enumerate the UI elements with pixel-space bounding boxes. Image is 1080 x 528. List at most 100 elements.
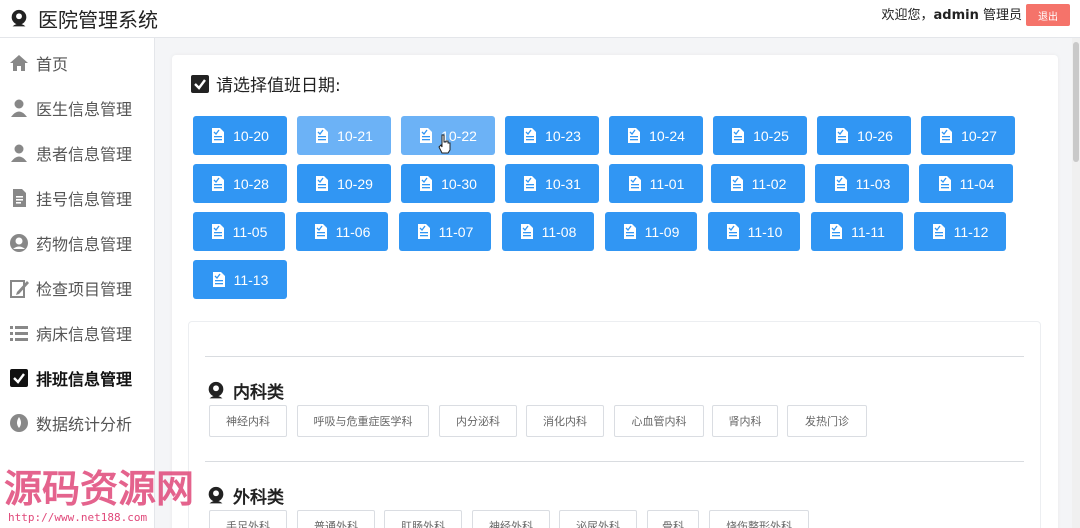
document-icon [932, 224, 945, 239]
department-tag[interactable]: 骨科 [647, 510, 699, 528]
department-tag[interactable]: 肾内科 [712, 405, 778, 437]
top-bar: 医院管理系统 欢迎您，admin 管理员 退出 [0, 0, 1080, 38]
document-icon [212, 272, 225, 287]
date-button[interactable]: 10-20 [193, 116, 287, 155]
date-label: 11-04 [959, 175, 995, 192]
document-icon [524, 128, 537, 143]
date-prompt: 请选择值班日期: [190, 71, 341, 96]
department-tag[interactable]: 神经外科 [472, 510, 550, 528]
date-label: 11-02 [751, 175, 787, 192]
department-tag[interactable]: 肛肠外科 [384, 510, 462, 528]
hand-cursor-icon [438, 134, 451, 154]
date-button[interactable]: 11-10 [708, 212, 800, 251]
document-icon [520, 224, 533, 239]
date-label: 11-06 [335, 223, 371, 240]
document-icon [830, 224, 843, 239]
prompt-label: 请选择值班日期: [216, 76, 341, 96]
date-label: 11-12 [953, 223, 989, 240]
department-tag[interactable]: 烧伤整形外科 [709, 510, 809, 528]
date-label: 11-05 [232, 223, 268, 240]
document-icon [938, 176, 951, 191]
category-title-label: 外科类 [233, 488, 284, 508]
face-icon [8, 232, 30, 254]
date-button[interactable]: 11-01 [609, 164, 703, 203]
list-icon [8, 322, 30, 344]
date-button[interactable]: 11-08 [502, 212, 594, 251]
date-button[interactable]: 10-21 [297, 116, 391, 155]
document-icon [628, 176, 641, 191]
edit-icon [8, 277, 30, 299]
sidebar-item[interactable]: 首页 [0, 40, 155, 85]
sidebar-item[interactable]: 排班信息管理 [0, 355, 155, 400]
document-icon [732, 128, 745, 143]
date-button[interactable]: 11-13 [193, 260, 287, 299]
welcome-text: 欢迎您，admin 管理员 [881, 8, 1022, 23]
document-icon [316, 128, 329, 143]
home-icon [8, 52, 30, 74]
date-button[interactable]: 11-02 [711, 164, 805, 203]
sidebar-item[interactable]: 医生信息管理 [0, 85, 155, 130]
document-icon [212, 128, 225, 143]
user-icon [8, 142, 30, 164]
date-label: 10-27 [961, 127, 997, 144]
date-label: 10-29 [337, 175, 373, 192]
date-button[interactable]: 11-11 [811, 212, 903, 251]
date-label: 10-31 [545, 175, 581, 192]
scrollbar-thumb[interactable] [1073, 42, 1079, 162]
sidebar-item-label: 挂号信息管理 [36, 189, 133, 209]
date-button[interactable]: 10-28 [193, 164, 287, 203]
date-button[interactable]: 10-31 [505, 164, 599, 203]
date-button[interactable]: 10-29 [297, 164, 391, 203]
date-button[interactable]: 11-12 [914, 212, 1006, 251]
doctor-icon [208, 486, 224, 503]
department-tag[interactable]: 心血管内科 [614, 405, 704, 437]
sidebar-item[interactable]: 检查项目管理 [0, 265, 155, 310]
date-button[interactable]: 10-30 [401, 164, 495, 203]
date-label: 11-11 [851, 223, 885, 240]
page-scrollbar[interactable] [1072, 38, 1080, 528]
document-icon [940, 128, 953, 143]
drop-icon [8, 412, 30, 434]
department-tag[interactable]: 内分泌科 [439, 405, 517, 437]
department-tag[interactable]: 呼吸与危重症医学科 [297, 405, 429, 437]
username: admin [933, 8, 979, 23]
date-button[interactable]: 10-26 [817, 116, 911, 155]
date-button[interactable]: 10-24 [609, 116, 703, 155]
department-tag[interactable]: 发热门诊 [787, 405, 867, 437]
department-tag[interactable]: 神经内科 [209, 405, 287, 437]
app-logo: 医院管理系统 [8, 4, 158, 33]
department-tag[interactable]: 手足外科 [209, 510, 287, 528]
date-button[interactable]: 10-25 [713, 116, 807, 155]
logout-button[interactable]: 退出 [1026, 4, 1070, 26]
document-icon [316, 176, 329, 191]
document-icon [420, 128, 433, 143]
sidebar-item[interactable]: 数据统计分析 [0, 400, 155, 445]
checkbox-icon [191, 74, 209, 93]
document-icon [8, 187, 30, 209]
date-button[interactable]: 11-06 [296, 212, 388, 251]
category-title: 外科类 [205, 483, 284, 508]
department-tag[interactable]: 消化内科 [526, 405, 604, 437]
date-label: 11-09 [644, 223, 680, 240]
sidebar-item[interactable]: 挂号信息管理 [0, 175, 155, 220]
sidebar-item-label: 数据统计分析 [36, 414, 133, 434]
watermark-url: http://www.net188.com [8, 511, 148, 524]
sidebar-item[interactable]: 药物信息管理 [0, 220, 155, 265]
date-button[interactable]: 11-04 [919, 164, 1013, 203]
date-button[interactable]: 11-03 [815, 164, 909, 203]
department-tag[interactable]: 泌尿外科 [559, 510, 637, 528]
document-icon [836, 128, 849, 143]
user-icon [8, 97, 30, 119]
sidebar-item[interactable]: 患者信息管理 [0, 130, 155, 175]
sidebar-item[interactable]: 病床信息管理 [0, 310, 155, 355]
date-button[interactable]: 11-07 [399, 212, 491, 251]
date-button[interactable]: 10-27 [921, 116, 1015, 155]
date-button[interactable]: 11-09 [605, 212, 697, 251]
document-icon [211, 224, 224, 239]
doctor-icon [208, 381, 224, 398]
department-tag[interactable]: 普通外科 [297, 510, 375, 528]
document-icon [420, 176, 433, 191]
date-button[interactable]: 11-05 [193, 212, 285, 251]
section-divider [205, 461, 1024, 462]
date-button[interactable]: 10-23 [505, 116, 599, 155]
